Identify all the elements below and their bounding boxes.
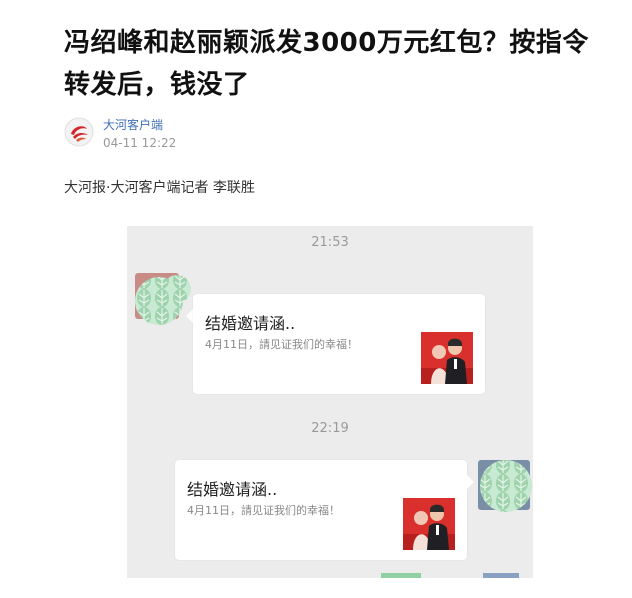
dahe-logo-icon[interactable] (64, 117, 94, 147)
publish-time: 04-11 12:22 (103, 136, 177, 150)
wedding-photo-icon (421, 332, 473, 384)
next-message-edge (381, 573, 421, 578)
article-byline: 大河报·大河客户端记者 李联胜 (64, 180, 255, 196)
card-description: 4月11日，請见证我们的幸福！ (205, 338, 358, 351)
avatar-left-icon[interactable] (135, 271, 191, 327)
wedding-photo-icon (403, 498, 455, 550)
invitation-card[interactable]: 结婚邀请涵.. 4月11日，請见证我们的幸福！ (175, 460, 467, 560)
card-description: 4月11日，請见证我们的幸福！ (187, 504, 340, 517)
article-headline: 冯绍峰和赵丽颖派发3000万元红包？按指令转发后，钱没了 (64, 28, 589, 100)
avatar-right-icon[interactable] (476, 456, 532, 512)
chat-timestamp: 21:53 (311, 235, 349, 250)
source-name-link[interactable]: 大河客户端 (103, 116, 163, 133)
chat-screenshot: 21:53 结婚邀请涵.. 4月11日，請见证我们的幸福！ 22:19 结婚邀请… (127, 226, 533, 578)
chat-timestamp: 22:19 (311, 421, 349, 436)
bubble-tail (186, 309, 193, 323)
invitation-card[interactable]: 结婚邀请涵.. 4月11日，請见证我们的幸福！ (193, 294, 485, 394)
card-title: 结婚邀请涵.. (187, 480, 278, 499)
next-avatar-edge (483, 573, 519, 578)
card-title: 结婚邀请涵.. (205, 314, 296, 333)
bubble-tail (467, 475, 474, 489)
